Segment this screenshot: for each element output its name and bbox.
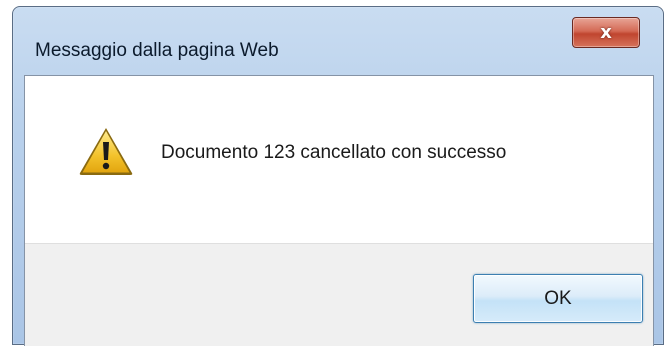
dialog-title: Messaggio dalla pagina Web: [35, 40, 279, 61]
ok-button[interactable]: OK: [473, 274, 643, 323]
message-area: Documento 123 cancellato con successo: [25, 76, 653, 244]
message-text: Documento 123 cancellato con successo: [161, 142, 507, 163]
alert-dialog: Messaggio dalla pagina Web x Documento 1…: [12, 6, 664, 346]
dialog-body: Documento 123 cancellato con successo OK: [24, 75, 654, 346]
close-button[interactable]: x: [572, 17, 640, 48]
title-bar[interactable]: Messaggio dalla pagina Web x: [13, 7, 663, 61]
close-icon: x: [600, 21, 612, 43]
warning-icon: [79, 128, 133, 175]
